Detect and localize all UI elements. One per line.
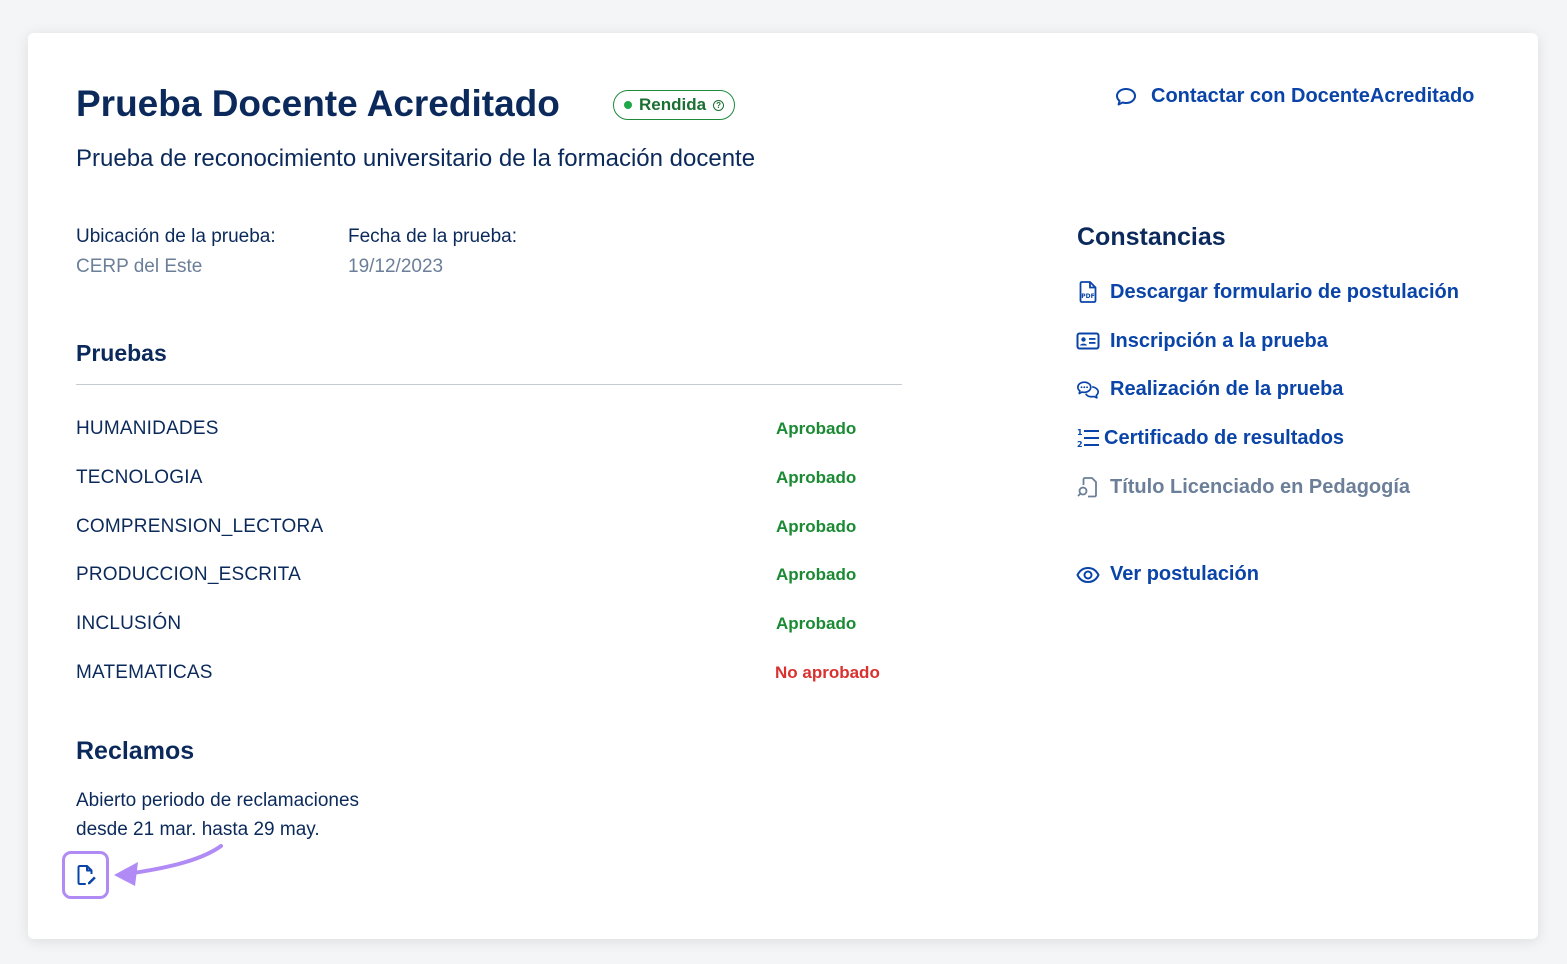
constancia-label: Descargar formulario de postulación [1110,280,1459,303]
claims-section-title: Reclamos [76,737,195,765]
test-name: MATEMATICAS [76,661,213,683]
view-application-label: Ver postulación [1110,563,1259,585]
test-status: Aprobado [776,565,857,585]
test-row: HUMANIDADES Aprobado [76,405,902,454]
numbered-list-icon: 1 2 [1077,428,1099,449]
view-application-link[interactable]: Ver postulación [1076,563,1259,586]
status-badge-label: Rendida [639,95,707,114]
test-row: TECNOLOGIA Aprobado [76,454,902,503]
id-card-icon [1076,332,1100,350]
test-row: PRODUCCION_ESCRITA Aprobado [76,551,902,600]
date-label: Fecha de la prueba: [348,226,518,247]
eye-icon [1076,566,1100,583]
test-status: Aprobado [776,419,857,439]
test-status: Aprobado [776,468,857,488]
svg-text:PDF: PDF [1081,293,1094,300]
test-name: HUMANIDADES [76,418,219,440]
claims-period-text: Abierto periodo de reclamaciones desde 2… [76,786,359,844]
location-label: Ubicación de la prueba: [76,226,276,247]
pedagogy-degree-link: Título Licenciado en Pedagogía [1076,463,1459,512]
pdf-file-icon: PDF [1079,281,1097,304]
tests-list: HUMANIDADES Aprobado TECNOLOGIA Aprobado… [76,405,902,697]
status-badge: Rendida ? [613,90,736,120]
location-value: CERP del Este [76,256,203,277]
claims-line-1: Abierto periodo de reclamaciones [76,790,360,811]
svg-text:1: 1 [1077,428,1083,437]
file-edit-icon [77,865,96,885]
test-name: COMPRENSION_LECTORA [76,515,324,537]
test-name: INCLUSIÓN [76,613,182,635]
test-name: TECNOLOGIA [76,467,203,489]
claims-line-2: desde 21 mar. hasta 29 may. [76,819,320,840]
test-row: MATEMATICAS No aprobado [76,648,902,697]
pointer-arrow-icon [114,844,223,886]
chat-bubbles-icon [1077,381,1099,399]
test-status: Aprobado [776,614,857,634]
tests-divider [76,384,902,385]
constancias-section-title: Constancias [1077,223,1226,251]
location-info: Ubicación de la prueba: CERP del Este [76,226,276,278]
test-row: COMPRENSION_LECTORA Aprobado [76,502,902,551]
contact-link-label: Contactar con DocenteAcreditado [1151,85,1475,107]
test-status: No aprobado [775,662,880,682]
constancia-label: Realización de la prueba [1110,378,1344,401]
test-completion-link[interactable]: Realización de la prueba [1076,365,1459,414]
constancia-label: Título Licenciado en Pedagogía [1110,475,1411,498]
constancia-label: Inscripción a la prueba [1110,329,1328,352]
test-name: PRODUCCION_ESCRITA [76,564,301,586]
constancias-list: PDF Descargar formulario de postulación … [1076,268,1459,511]
contact-link[interactable]: Contactar con DocenteAcreditado [1115,85,1474,108]
tests-section-title: Pruebas [76,340,167,366]
svg-text:2: 2 [1077,440,1083,449]
download-application-form-link[interactable]: PDF Descargar formulario de postulación [1076,268,1459,317]
chat-bubble-icon [1116,87,1136,105]
page-title: Prueba Docente Acreditado [76,83,560,124]
status-dot [624,101,632,109]
results-certificate-link[interactable]: 1 2 Certificado de resultados [1076,414,1459,463]
page-subtitle: Prueba de reconocimiento universitario d… [76,145,756,172]
date-value: 19/12/2023 [348,256,444,277]
document-search-icon [1077,477,1097,498]
constancia-label: Certificado de resultados [1104,426,1345,449]
test-registration-link[interactable]: Inscripción a la prueba [1076,317,1459,366]
question-circle-icon[interactable]: ? [713,99,725,111]
test-row: INCLUSIÓN Aprobado [76,600,902,649]
file-claim-button[interactable] [62,851,109,899]
date-info: Fecha de la prueba: 19/12/2023 [348,226,517,278]
test-status: Aprobado [776,516,857,536]
test-detail-card: Prueba Docente Acreditado Rendida ? Prue… [28,33,1538,939]
